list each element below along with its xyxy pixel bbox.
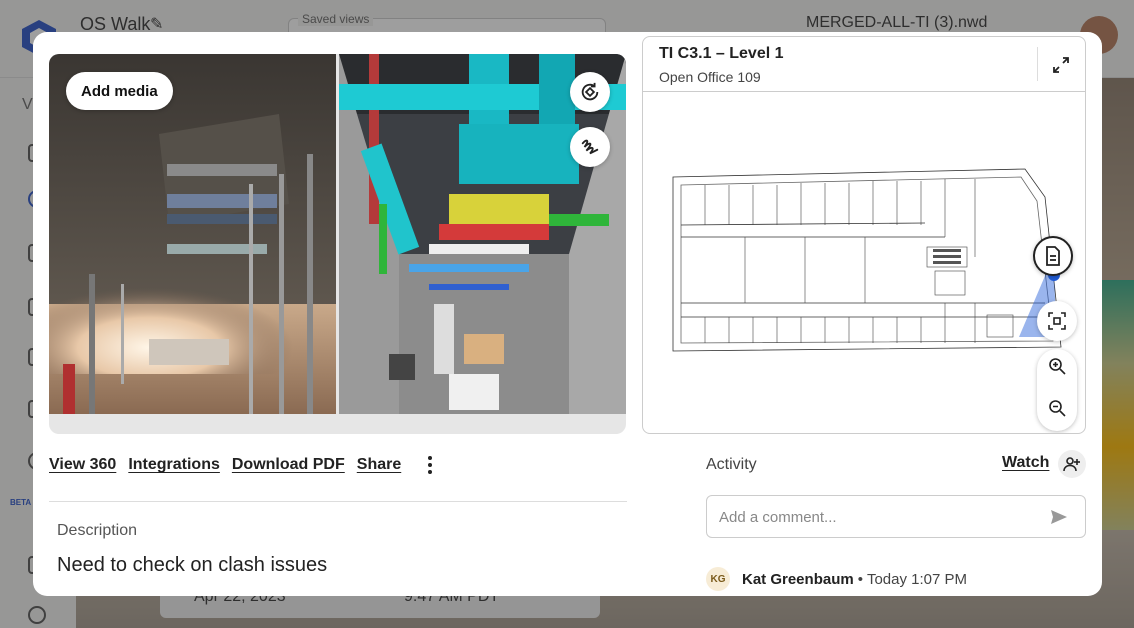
more-vertical-icon[interactable]	[421, 456, 439, 474]
description-text[interactable]: Need to check on clash issues	[57, 554, 327, 577]
comment-author[interactable]: Kat Greenbaum	[742, 571, 854, 588]
floor-plan-panel: TI C3.1 – Level 1 Open Office 109	[642, 36, 1086, 434]
comment-input[interactable]	[719, 506, 1039, 528]
comment-item: KG Kat Greenbaum • Today 1:07 PM	[706, 567, 968, 591]
integrations-link[interactable]: Integrations	[128, 456, 220, 474]
floor-plan-drawing[interactable]	[645, 137, 1085, 387]
comment-timestamp: Today 1:07 PM	[866, 570, 968, 588]
add-media-button[interactable]: Add media	[66, 72, 173, 110]
capture-detail-modal: Add media View 360 Integrations Download…	[33, 32, 1102, 596]
floor-plan-subtitle: Open Office 109	[659, 69, 761, 85]
capture-actions: View 360 Integrations Download PDF Share	[49, 453, 439, 477]
expand-icon[interactable]	[1047, 51, 1075, 79]
zoom-controls	[1037, 349, 1077, 431]
zoom-in-icon[interactable]	[1048, 357, 1066, 375]
floor-plan-title: TI C3.1 – Level 1	[659, 45, 784, 62]
avatar: KG	[706, 567, 730, 591]
floor-plan-header: TI C3.1 – Level 1 Open Office 109	[643, 37, 1085, 92]
zoom-out-icon[interactable]	[1048, 399, 1066, 417]
markup-icon[interactable]	[570, 127, 610, 167]
rotate-icon[interactable]	[570, 72, 610, 112]
share-link[interactable]: Share	[357, 456, 401, 474]
comment-separator: •	[857, 570, 863, 588]
description-label: Description	[57, 522, 138, 539]
view-360-link[interactable]: View 360	[49, 456, 116, 474]
send-icon[interactable]	[1047, 506, 1071, 528]
header-separator	[1037, 47, 1038, 81]
activity-label: Activity	[706, 456, 757, 473]
download-pdf-link[interactable]: Download PDF	[232, 456, 345, 474]
section-divider	[49, 501, 627, 502]
fit-view-icon[interactable]	[1037, 301, 1077, 341]
add-watcher-icon[interactable]	[1058, 450, 1086, 478]
watch-link[interactable]: Watch	[1002, 454, 1049, 472]
comment-box	[706, 495, 1086, 538]
sheet-icon[interactable]	[1033, 236, 1073, 276]
media-viewer: Add media	[49, 54, 626, 434]
